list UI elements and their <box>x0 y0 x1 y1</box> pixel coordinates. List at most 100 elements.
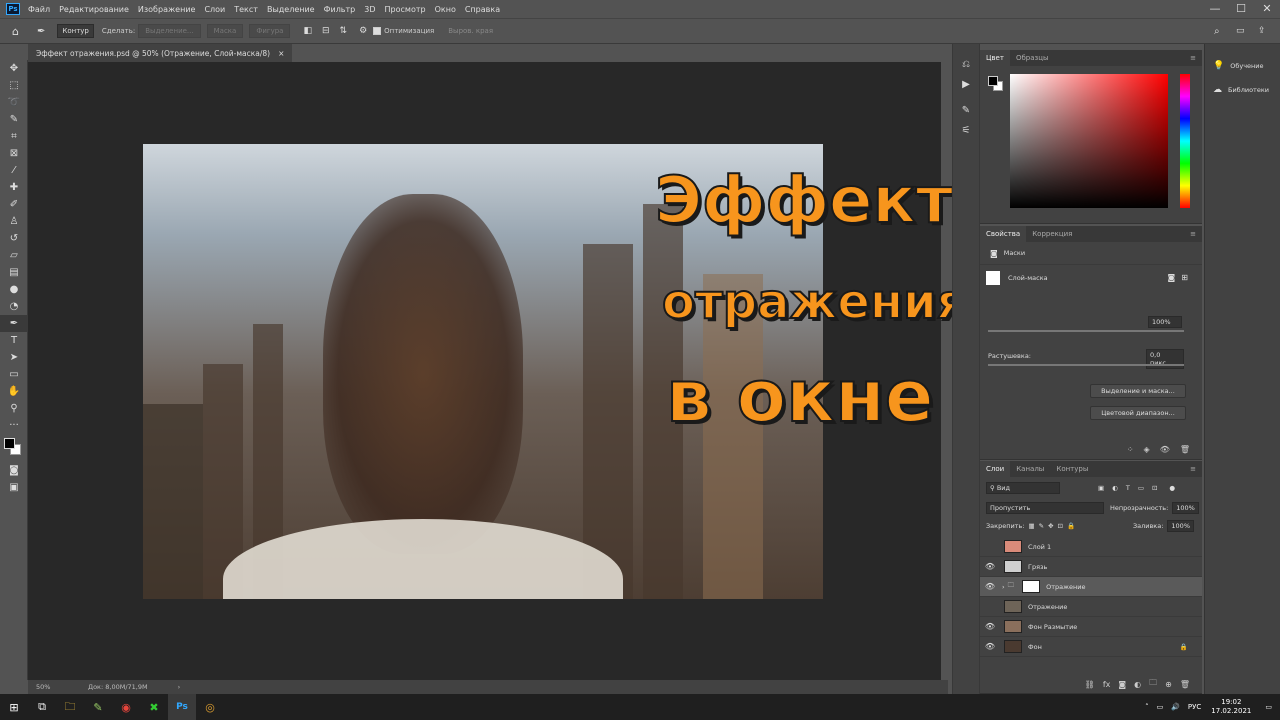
language-indicator[interactable]: РУС <box>1188 703 1201 711</box>
photoshop-taskbar-icon[interactable]: Ps <box>168 694 196 720</box>
opacity-value[interactable]: 100% <box>1172 502 1199 514</box>
blend-mode-select[interactable]: Пропустить <box>986 502 1104 514</box>
windows-start-icon[interactable]: ⊞ <box>0 694 28 720</box>
screen-mode-icon[interactable]: ▣ <box>0 479 28 496</box>
color-range-button[interactable]: Цветовой диапазон... <box>1090 406 1186 420</box>
tab-channels[interactable]: Каналы <box>1010 461 1050 477</box>
share-icon[interactable]: ⇪ <box>1258 26 1266 36</box>
layer-row[interactable]: Отражение <box>980 597 1202 617</box>
panel-menu-icon[interactable]: ≡ <box>1184 226 1202 242</box>
close-button[interactable]: ✕ <box>1254 0 1280 18</box>
fill-value[interactable]: 100% <box>1167 520 1194 532</box>
notifications-icon[interactable]: ▭ <box>1265 703 1272 711</box>
tab-properties[interactable]: Свойства <box>980 226 1027 242</box>
eraser-tool-icon[interactable]: ▱ <box>0 247 28 264</box>
healing-tool-icon[interactable]: ✚ <box>0 179 28 196</box>
delete-mask-icon[interactable]: 🗑 <box>1180 445 1190 454</box>
path-arrange-icon[interactable]: ⇅ <box>340 26 348 36</box>
chevron-right-icon[interactable]: › <box>1002 583 1005 591</box>
menu-file[interactable]: Файл <box>28 5 50 14</box>
adjust-sliders-icon[interactable]: ⚟ <box>953 120 979 140</box>
filter-type-icon[interactable]: T <box>1126 484 1130 492</box>
stamp-tool-icon[interactable]: ♙ <box>0 213 28 230</box>
shape-button[interactable]: Фигура <box>249 24 291 38</box>
menu-3d[interactable]: 3D <box>364 5 375 14</box>
fx-icon[interactable]: fx <box>1103 680 1111 689</box>
filter-toggle-icon[interactable]: ● <box>1169 484 1175 492</box>
pen-tool-icon[interactable]: ✒ <box>37 26 45 37</box>
workspace-icon[interactable]: ▭ <box>1236 26 1245 36</box>
lock-image-icon[interactable]: ✎ <box>1039 522 1044 530</box>
vector-mask-icon[interactable]: ⊞ <box>1181 273 1188 282</box>
crop-tool-icon[interactable]: ⌗ <box>0 128 28 145</box>
layer-row-selected[interactable]: 👁 › 🗀 Отражение <box>980 577 1202 597</box>
path-ops-icon[interactable]: ◧ <box>303 26 312 36</box>
search-icon[interactable]: ⌕ <box>1214 26 1220 37</box>
selection-button[interactable]: Выделение... <box>138 24 201 38</box>
foreground-color[interactable] <box>4 438 15 449</box>
layer-mask-thumb[interactable] <box>986 270 1000 285</box>
density-slider[interactable] <box>988 330 1184 332</box>
menu-view[interactable]: Просмотр <box>385 5 426 14</box>
eye-icon[interactable]: 👁 <box>980 582 1000 591</box>
brush-tool-icon[interactable]: ✐ <box>0 196 28 213</box>
blur-tool-icon[interactable]: ● <box>0 281 28 298</box>
layer-row[interactable]: 👁 Грязь <box>980 557 1202 577</box>
file-explorer-icon[interactable]: 🗀 <box>56 694 84 720</box>
filter-adjust-icon[interactable]: ◐ <box>1112 484 1118 492</box>
document-tab[interactable]: Эффект отражения.psd @ 50% (Отражение, С… <box>28 44 293 62</box>
type-tool-icon[interactable]: T <box>0 332 28 349</box>
clock[interactable]: 19:02 17.02.2021 <box>1211 698 1251 716</box>
hand-tool-icon[interactable]: ✋ <box>0 383 28 400</box>
quick-mask-icon[interactable]: ◙ <box>0 462 28 479</box>
eyedropper-tool-icon[interactable]: ⁄ <box>0 162 28 179</box>
move-tool-icon[interactable]: ✥ <box>0 60 28 77</box>
tab-adjustments[interactable]: Коррекция <box>1026 226 1078 242</box>
frame-tool-icon[interactable]: ⊠ <box>0 145 28 162</box>
filter-smart-icon[interactable]: ⊡ <box>1152 484 1157 492</box>
davinci-resolve-icon[interactable]: ◎ <box>196 694 224 720</box>
menu-window[interactable]: Окно <box>435 5 456 14</box>
filter-pixel-icon[interactable]: ▣ <box>1098 484 1104 492</box>
panel-menu-icon[interactable]: ≡ <box>1184 461 1202 477</box>
mode-select[interactable]: Контур <box>57 24 94 38</box>
eye-icon[interactable]: 👁 <box>980 562 1000 571</box>
feather-value[interactable]: 0,0 пикс. <box>1146 349 1184 369</box>
brush-settings-icon[interactable]: ✎ <box>953 100 979 120</box>
libraries-item[interactable]: ☁ Библиотеки <box>1205 80 1280 100</box>
density-value[interactable]: 100% <box>1148 316 1182 328</box>
chevron-up-icon[interactable]: ˄ <box>1145 703 1149 711</box>
tab-swatches[interactable]: Образцы <box>1010 50 1055 66</box>
tab-color[interactable]: Цвет <box>980 50 1010 66</box>
actions-play-icon[interactable]: ▶ <box>953 74 979 94</box>
gradient-tool-icon[interactable]: ▤ <box>0 264 28 281</box>
adjustment-layer-icon[interactable]: ◐ <box>1134 680 1141 689</box>
marquee-tool-icon[interactable]: ⬚ <box>0 77 28 94</box>
new-group-icon[interactable]: 🗀 <box>1149 677 1157 691</box>
layer-row[interactable]: 👁 Фон 🔒 <box>980 637 1202 657</box>
path-align-icon[interactable]: ⊟ <box>322 26 330 36</box>
link-layers-icon[interactable]: ⛓ <box>1085 680 1095 689</box>
menu-filter[interactable]: Фильтр <box>324 5 356 14</box>
history-icon[interactable]: ⎌ <box>953 54 979 74</box>
path-select-tool-icon[interactable]: ➤ <box>0 349 28 366</box>
zoom-level[interactable]: 50% <box>36 683 76 691</box>
more-tools-icon[interactable]: ··· <box>0 417 28 434</box>
load-selection-icon[interactable]: ⁘ <box>1127 445 1134 454</box>
eye-icon[interactable]: 👁 <box>980 642 1000 651</box>
lasso-tool-icon[interactable]: ➰ <box>0 94 28 111</box>
network-icon[interactable]: ▭ <box>1157 703 1164 711</box>
history-brush-icon[interactable]: ↺ <box>0 230 28 247</box>
maximize-button[interactable]: ☐ <box>1228 0 1254 18</box>
filter-kind-select[interactable]: ⚲ Вид <box>986 482 1060 494</box>
select-and-mask-button[interactable]: Выделение и маска... <box>1090 384 1186 398</box>
minimize-button[interactable]: — <box>1202 0 1228 18</box>
zoom-tool-icon[interactable]: ⚲ <box>0 400 28 417</box>
layer-row[interactable]: Слой 1 <box>980 537 1202 557</box>
disable-mask-icon[interactable]: 👁 <box>1160 445 1170 454</box>
shape-tool-icon[interactable]: ▭ <box>0 366 28 383</box>
mask-button[interactable]: Маска <box>206 24 244 38</box>
task-view-icon[interactable]: ⧉ <box>28 694 56 720</box>
color-field[interactable] <box>1010 74 1168 208</box>
pixel-mask-icon[interactable]: ◙ <box>1168 273 1176 282</box>
